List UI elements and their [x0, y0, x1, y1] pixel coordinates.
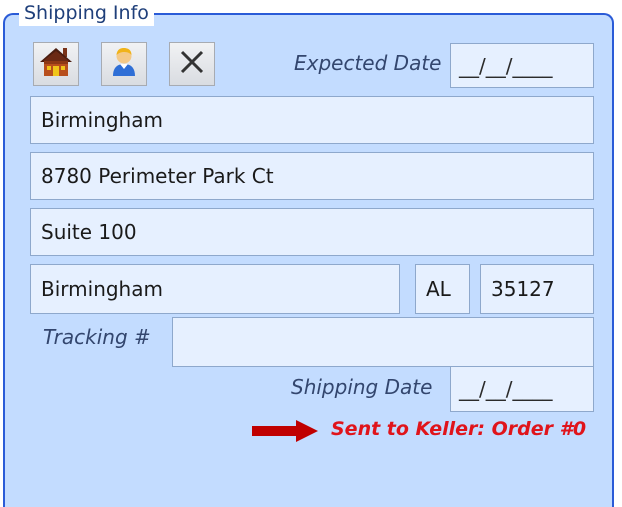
shipping-date-field[interactable]: __/__/____ [450, 366, 594, 412]
shipping-date-label: Shipping Date [291, 375, 433, 399]
state-field[interactable]: AL [415, 264, 470, 314]
address-line1-field[interactable]: Birmingham [30, 96, 594, 144]
address-line3-field[interactable]: Suite 100 [30, 208, 594, 256]
group-title: Shipping Info [19, 0, 154, 26]
order-status-text: Sent to Keller: Order #0 [331, 418, 587, 440]
address-line2-field[interactable]: 8780 Perimeter Park Ct [30, 152, 594, 200]
arrow-right-icon [252, 420, 322, 446]
city-field[interactable]: Birmingham [30, 264, 400, 314]
expected-date-field[interactable]: __/__/____ [450, 43, 594, 88]
expected-date-label: Expected Date [294, 51, 442, 75]
close-icon [178, 48, 206, 80]
zip-field[interactable]: 35127 [480, 264, 594, 314]
person-icon [107, 45, 141, 83]
clear-address-button[interactable] [169, 42, 215, 86]
contact-address-button[interactable] [101, 42, 147, 86]
house-icon [38, 45, 74, 83]
tracking-label: Tracking # [43, 325, 151, 349]
tracking-number-field[interactable] [172, 317, 594, 367]
home-address-button[interactable] [33, 42, 79, 86]
